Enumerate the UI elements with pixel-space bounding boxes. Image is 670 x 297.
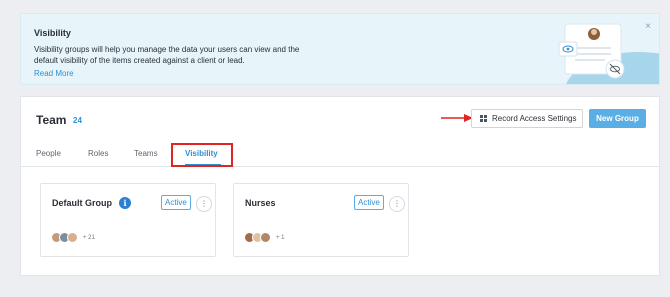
- grid-icon: [480, 115, 487, 122]
- close-icon[interactable]: ×: [645, 22, 651, 32]
- arrow-right-icon: [441, 114, 473, 122]
- avatar: [67, 232, 78, 243]
- record-access-settings-label: Record Access Settings: [492, 114, 577, 123]
- member-avatars: + 1: [244, 232, 285, 243]
- group-name: Nurses: [245, 198, 276, 208]
- highlight-box: [171, 143, 233, 167]
- member-avatars: + 21: [51, 232, 95, 243]
- banner-description: Visibility groups will help you manage t…: [34, 45, 300, 65]
- member-count: + 21: [83, 234, 95, 241]
- status-badge: Active: [354, 195, 384, 210]
- more-options-icon[interactable]: ⋮: [196, 196, 212, 212]
- team-panel: Team 24 Record Access Settings New Group…: [20, 96, 660, 276]
- group-card-default-group[interactable]: Default Group i Active ⋮ + 21: [40, 183, 216, 257]
- info-icon[interactable]: i: [119, 197, 131, 209]
- team-count-badge: 24: [73, 116, 82, 125]
- more-options-icon[interactable]: ⋮: [389, 196, 405, 212]
- record-access-settings-button[interactable]: Record Access Settings: [471, 109, 583, 128]
- tab-people[interactable]: People: [36, 149, 61, 158]
- team-tabs: People Roles Teams Visibility: [21, 143, 659, 167]
- member-count: + 1: [276, 234, 285, 241]
- status-badge: Active: [161, 195, 191, 210]
- tab-teams[interactable]: Teams: [134, 149, 158, 158]
- page-title: Team: [36, 113, 67, 127]
- visibility-info-banner: Visibility Visibility groups will help y…: [20, 13, 660, 85]
- banner-title: Visibility: [34, 28, 71, 38]
- new-group-button[interactable]: New Group: [589, 109, 646, 128]
- avatar: [260, 232, 271, 243]
- visibility-illustration: [558, 23, 659, 84]
- read-more-link[interactable]: Read More: [34, 69, 74, 78]
- tab-roles[interactable]: Roles: [88, 149, 108, 158]
- group-card-nurses[interactable]: Nurses Active ⋮ + 1: [233, 183, 409, 257]
- group-name: Default Group: [52, 198, 112, 208]
